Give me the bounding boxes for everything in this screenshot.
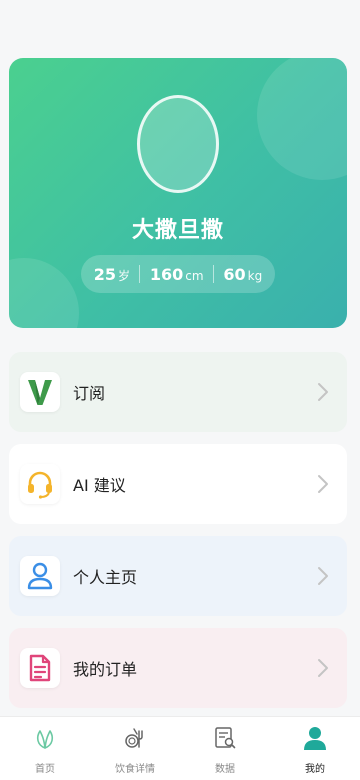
menu-item-my-orders[interactable]: 我的订单 (9, 628, 347, 708)
bottom-nav: 首页 饮食详情 数据 我的 (0, 716, 360, 780)
height-value: 160 (149, 264, 184, 284)
username: 大撒旦撒 (131, 218, 224, 243)
nav-label: 首页 (35, 764, 55, 775)
decorative-circle (9, 258, 79, 328)
menu-item-label: 个人主页 (73, 568, 138, 587)
chevron-right-icon (318, 659, 328, 677)
order-icon (29, 654, 51, 682)
chevron-right-icon (318, 383, 328, 401)
age-unit: 岁 (117, 268, 130, 283)
stats-pill: 25 岁 160 cm 60 kg (81, 255, 275, 293)
nav-label: 数据 (215, 764, 235, 775)
age-value: 25 (93, 264, 116, 284)
nav-item-home[interactable]: 首页 (0, 717, 90, 780)
nav-item-diet-details[interactable]: 饮食详情 (90, 717, 180, 780)
divider (139, 265, 141, 283)
avatar[interactable] (137, 95, 219, 193)
divider (212, 265, 214, 283)
leaf-icon (32, 725, 58, 751)
food-icon (122, 725, 148, 751)
menu-item-label: AI 建议 (73, 476, 126, 495)
weight-stat: 60 kg (223, 265, 262, 284)
profile-page: 大撒旦撒 25 岁 160 cm 60 kg 订阅 AI 建议 个人主页 我的订… (0, 0, 360, 780)
nav-label: 我的 (305, 764, 325, 775)
headset-icon (28, 471, 52, 499)
menu-item-personal-home[interactable]: 个人主页 (9, 536, 347, 616)
data-icon (212, 725, 238, 751)
nav-item-mine[interactable]: 我的 (270, 717, 360, 780)
weight-value: 60 (223, 264, 246, 284)
person-icon (27, 562, 53, 590)
chevron-right-icon (318, 567, 328, 585)
menu-item-ai-advice[interactable]: AI 建议 (9, 444, 347, 524)
menu-icon-box (20, 556, 60, 596)
menu-icon-box (20, 648, 60, 688)
nav-item-data[interactable]: 数据 (180, 717, 270, 780)
menu-item-label: 订阅 (73, 384, 106, 403)
menu-icon-box (20, 372, 60, 412)
weight-unit: kg (247, 268, 263, 283)
menu-item-label: 我的订单 (73, 660, 138, 679)
v-icon (28, 380, 52, 405)
menu-item-subscription[interactable]: 订阅 (9, 352, 347, 432)
height-unit: cm (185, 268, 204, 283)
profile-card: 大撒旦撒 25 岁 160 cm 60 kg (9, 58, 347, 328)
age-stat: 25 岁 (94, 265, 130, 284)
decorative-circle (257, 58, 347, 180)
height-stat: 160 cm (150, 265, 204, 284)
nav-label: 饮食详情 (115, 764, 155, 775)
menu-icon-box (20, 464, 60, 504)
chevron-right-icon (318, 475, 328, 493)
profile-icon (302, 725, 328, 751)
